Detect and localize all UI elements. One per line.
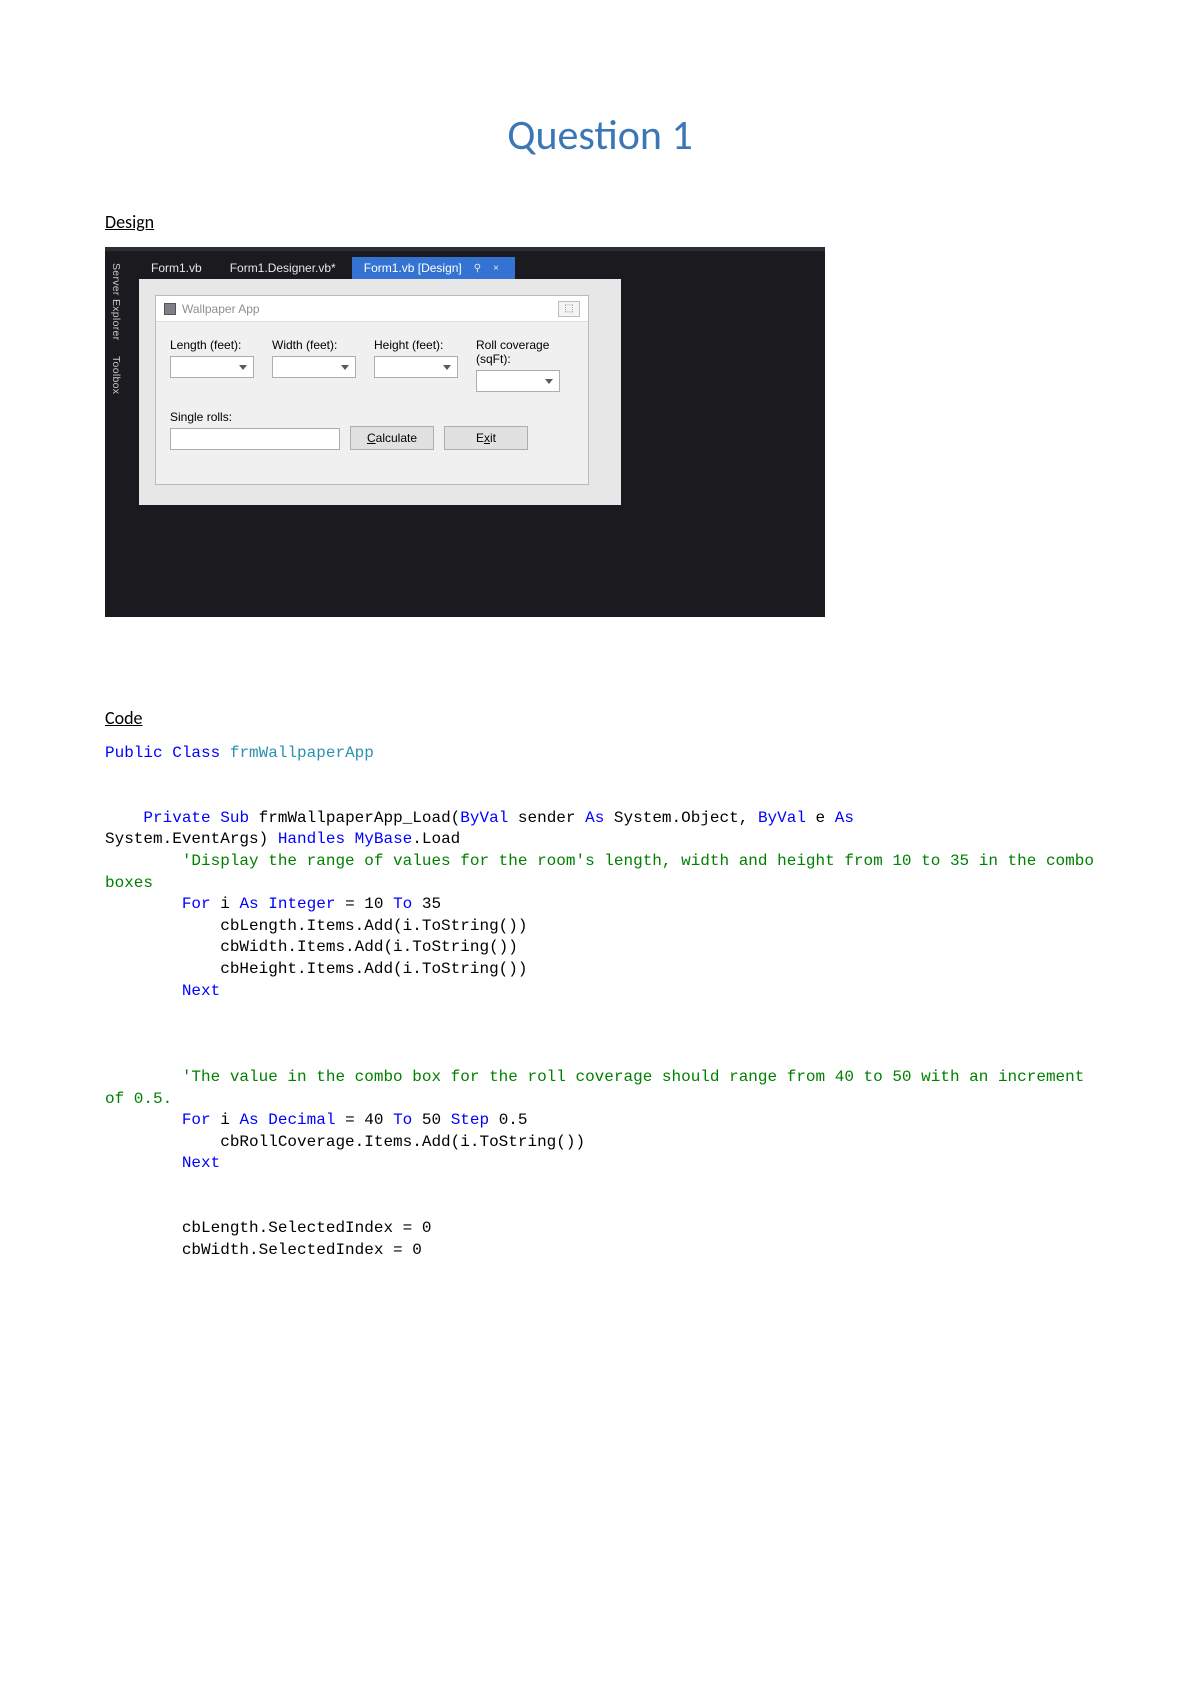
exit-button[interactable]: Exit — [444, 426, 528, 450]
form-body: Length (feet): Width (feet): Height (fee… — [156, 322, 588, 460]
doc-tabstrip: Form1.vb Form1.Designer.vb* Form1.vb [De… — [139, 257, 825, 279]
app-icon — [164, 303, 176, 315]
combo-height[interactable] — [374, 356, 458, 378]
form-titlebar: Wallpaper App ⬚ — [156, 296, 588, 322]
ide-screenshot: Server Explorer Toolbox Form1.vb Form1.D… — [105, 247, 825, 617]
field-roll: Roll coverage (sqFt): — [476, 338, 574, 392]
label-width: Width (feet): — [272, 338, 356, 352]
tab-form1-design[interactable]: Form1.vb [Design] ⚲ × — [352, 257, 515, 279]
field-width: Width (feet): — [272, 338, 356, 392]
field-single-rolls: Single rolls: — [170, 410, 340, 450]
combo-width[interactable] — [272, 356, 356, 378]
close-icon[interactable]: × — [493, 263, 499, 274]
sidetab-server-explorer[interactable]: Server Explorer — [107, 257, 125, 346]
combo-length[interactable] — [170, 356, 254, 378]
tab-form1-vb[interactable]: Form1.vb — [139, 257, 218, 279]
tab-form1-designer[interactable]: Form1.Designer.vb* — [218, 257, 352, 279]
field-height: Height (feet): — [374, 338, 458, 392]
design-surface: Wallpaper App ⬚ Length (feet): Width (fe… — [139, 279, 621, 505]
combo-roll[interactable] — [476, 370, 560, 392]
label-height: Height (feet): — [374, 338, 458, 352]
wallpaper-form: Wallpaper App ⬚ Length (feet): Width (fe… — [155, 295, 589, 485]
tab-label: Form1.vb [Design] — [364, 261, 462, 275]
output-single-rolls — [170, 428, 340, 450]
page-title: Question 1 — [105, 110, 1095, 161]
window-max-button[interactable]: ⬚ — [558, 301, 580, 317]
label-roll: Roll coverage (sqFt): — [476, 338, 574, 366]
sidetab-toolbox[interactable]: Toolbox — [107, 350, 125, 400]
code-block: Public Class frmWallpaperApp Private Sub… — [105, 743, 1095, 1261]
form-title: Wallpaper App — [182, 302, 260, 316]
page-root: Question 1 Design Server Explorer Toolbo… — [0, 0, 1200, 1321]
pin-icon[interactable]: ⚲ — [474, 263, 481, 274]
ide-side-panel: Server Explorer Toolbox — [107, 257, 125, 401]
design-heading: Design — [105, 211, 1095, 233]
label-length: Length (feet): — [170, 338, 254, 352]
calculate-button[interactable]: Calculate — [350, 426, 434, 450]
field-length: Length (feet): — [170, 338, 254, 392]
label-single: Single rolls: — [170, 410, 340, 424]
code-heading: Code — [105, 707, 1095, 729]
